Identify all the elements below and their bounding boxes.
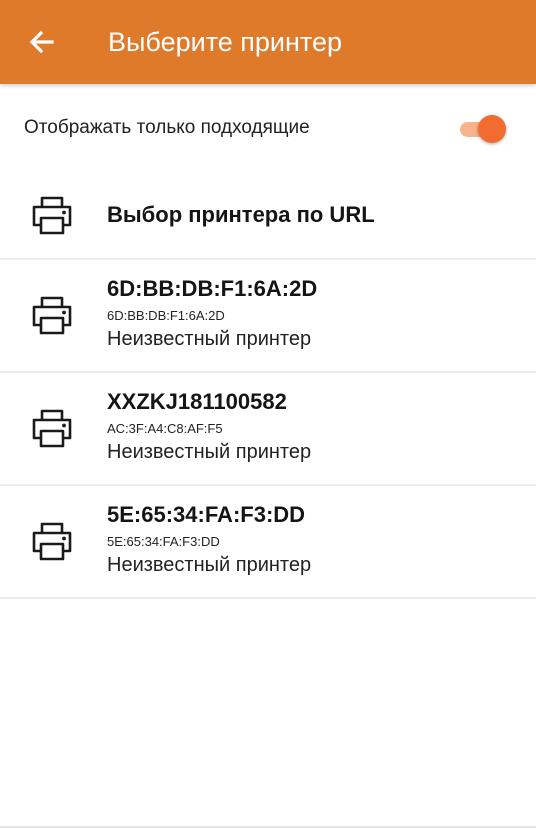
- printer-icon: [32, 409, 72, 448]
- printer-list: Выбор принтера по URL 6D:BB:DB:F1:6A:2D …: [0, 172, 536, 599]
- printer-address: 6D:BB:DB:F1:6A:2D: [107, 308, 225, 323]
- printer-name: 5E:65:34:FA:F3:DD: [107, 502, 306, 527]
- printer-address: 5E:65:34:FA:F3:DD: [107, 534, 220, 549]
- list-item-printer[interactable]: 6D:BB:DB:F1:6A:2D 6D:BB:DB:F1:6A:2D Неиз…: [0, 260, 536, 373]
- printer-status: Неизвестный принтер: [107, 441, 312, 463]
- printer-name: 6D:BB:DB:F1:6A:2D: [107, 276, 318, 301]
- switch-thumb: [478, 115, 506, 143]
- printer-selection-screen: Выберите принтер Отображать только подхо…: [0, 0, 536, 828]
- printer-status: Неизвестный принтер: [107, 554, 312, 576]
- printer-address: AC:3F:A4:C8:AF:F5: [107, 421, 223, 436]
- filter-toggle-label: Отображать только подходящие: [24, 117, 310, 138]
- app-bar: Выберите принтер: [0, 0, 536, 84]
- printer-status: Неизвестный принтер: [107, 328, 312, 350]
- back-button[interactable]: [22, 22, 62, 62]
- filter-toggle-row[interactable]: Отображать только подходящие: [0, 100, 536, 156]
- list-item-printer[interactable]: 5E:65:34:FA:F3:DD 5E:65:34:FA:F3:DD Неиз…: [0, 486, 536, 599]
- url-option-label: Выбор принтера по URL: [107, 202, 375, 227]
- list-item-printer[interactable]: XXZKJ181100582 AC:3F:A4:C8:AF:F5 Неизвес…: [0, 373, 536, 486]
- printer-icon: [32, 196, 72, 235]
- page-title: Выберите принтер: [108, 27, 342, 57]
- arrow-left-icon: [29, 30, 54, 54]
- printer-icon: [32, 296, 72, 335]
- printer-icon: [32, 522, 72, 561]
- list-item-url-printer[interactable]: Выбор принтера по URL: [0, 172, 536, 260]
- printer-name: XXZKJ181100582: [107, 389, 287, 414]
- show-matching-only-switch[interactable]: [458, 114, 508, 144]
